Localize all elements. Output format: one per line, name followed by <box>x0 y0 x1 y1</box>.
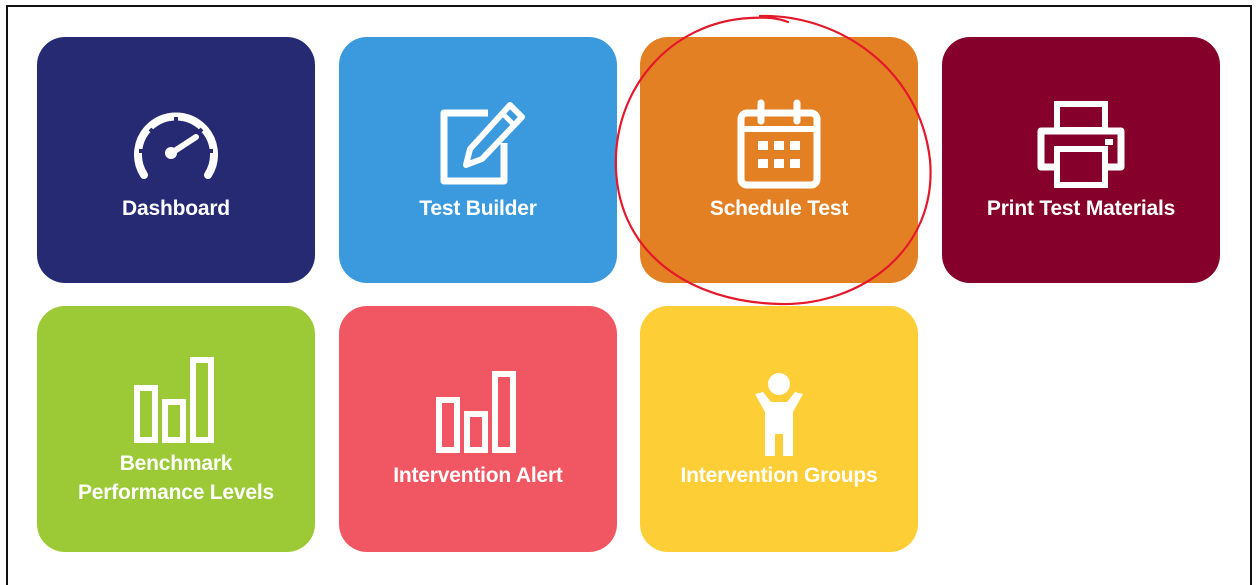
dashboard-tile[interactable]: Dashboard <box>37 37 315 283</box>
edit-icon <box>430 99 526 189</box>
speedometer-icon <box>130 103 222 189</box>
calendar-icon <box>733 99 825 191</box>
schedule-test-tile[interactable]: Schedule Test <box>640 37 918 283</box>
test-builder-label: Test Builder <box>419 197 537 220</box>
bar-chart-icon <box>435 370 521 454</box>
schedule-test-label: Schedule Test <box>709 197 849 220</box>
benchmark-performance-levels-tile[interactable]: Benchmark Performance Levels <box>37 306 315 552</box>
benchmark-performance-levels-label: Benchmark Performance Levels <box>77 452 274 504</box>
printer-icon <box>1033 99 1129 189</box>
intervention-groups-tile[interactable]: Intervention Groups <box>640 306 918 552</box>
dashboard-label: Dashboard <box>122 197 230 220</box>
bar-chart-icon <box>133 356 219 444</box>
intervention-groups-label: Intervention Groups <box>680 464 878 487</box>
intervention-alert-label: Intervention Alert <box>393 464 563 487</box>
print-test-materials-label: Print Test Materials <box>986 197 1176 220</box>
test-builder-tile[interactable]: Test Builder <box>339 37 617 283</box>
print-test-materials-tile[interactable]: Print Test Materials <box>942 37 1220 283</box>
intervention-alert-tile[interactable]: Intervention Alert <box>339 306 617 552</box>
person-icon <box>749 372 809 456</box>
